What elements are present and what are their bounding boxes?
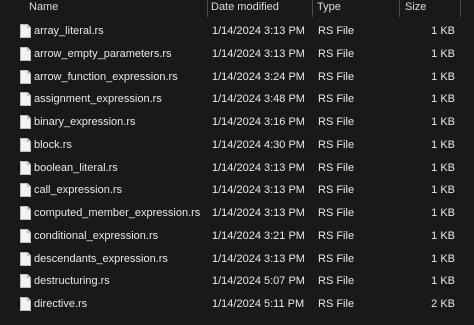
file-row[interactable]: arrow_empty_parameters.rs 1/14/2024 3:13 … xyxy=(0,43,474,66)
file-date-modified: 1/14/2024 3:13 PM xyxy=(212,25,305,37)
file-size: 2 KB xyxy=(431,298,455,310)
file-row[interactable]: directive.rs 1/14/2024 5:11 PM RS File 2 KB xyxy=(0,293,474,316)
file-type: RS File xyxy=(318,25,355,37)
file-row[interactable]: destructuring.rs 1/14/2024 5:07 PM RS File… xyxy=(0,270,474,293)
file-name: assignment_expression.rs xyxy=(34,93,162,106)
file-date-modified: 1/14/2024 3:13 PM xyxy=(212,184,305,197)
file-size: 1 KB xyxy=(431,47,455,60)
file-date-modified: 1/14/2024 3:24 PM xyxy=(212,70,305,83)
file-icon xyxy=(20,24,31,38)
file-type: RS File xyxy=(318,93,355,106)
file-size: 1 KB xyxy=(431,116,455,128)
file-icon xyxy=(20,160,31,175)
file-icon xyxy=(20,183,31,198)
file-name: arrow_empty_parameters.rs xyxy=(34,47,172,60)
file-type: RS File xyxy=(318,252,355,265)
file-date-modified: 1/14/2024 3:13 PM xyxy=(212,161,305,174)
file-type: RS File xyxy=(318,138,355,151)
file-row[interactable]: computed_member_expression.rs 1/14/2024 3… xyxy=(0,202,474,225)
column-divider[interactable] xyxy=(207,0,208,17)
column-divider[interactable] xyxy=(312,0,313,17)
file-type: RS File xyxy=(318,116,355,128)
file-row[interactable]: array_literal.rs 1/14/2024 3:13 PM RS File… xyxy=(0,20,474,43)
column-header-bar: Name Date modified Type Size xyxy=(0,0,474,17)
file-name: boolean_literal.rs xyxy=(34,161,118,174)
file-size: 1 KB xyxy=(431,93,455,106)
file-size: 1 KB xyxy=(431,229,455,242)
file-name: arrow_function_expression.rs xyxy=(34,70,178,83)
column-header-date-modified[interactable]: Date modified xyxy=(211,0,279,16)
file-row[interactable]: descendants_expression.rs 1/14/2024 3:13 … xyxy=(0,248,474,271)
file-row[interactable]: assignment_expression.rs 1/14/2024 3:48 P… xyxy=(0,88,474,111)
file-icon xyxy=(20,274,31,289)
file-size: 1 KB xyxy=(431,25,455,37)
file-date-modified: 1/14/2024 3:48 PM xyxy=(212,93,305,106)
file-icon xyxy=(20,92,31,107)
file-size: 1 KB xyxy=(431,252,455,265)
file-icon xyxy=(20,115,31,129)
file-icon xyxy=(20,137,31,152)
column-header-name[interactable]: Name xyxy=(29,0,58,16)
column-header-type[interactable]: Type xyxy=(317,0,341,16)
file-type: RS File xyxy=(318,70,355,83)
file-icon xyxy=(20,297,31,311)
file-name: computed_member_expression.rs xyxy=(34,207,201,219)
file-type: RS File xyxy=(318,275,355,288)
file-name: binary_expression.rs xyxy=(34,116,136,128)
file-date-modified: 1/14/2024 3:13 PM xyxy=(212,207,305,219)
file-row[interactable]: boolean_literal.rs 1/14/2024 3:13 PM RS Fi… xyxy=(0,157,474,180)
file-name: conditional_expression.rs xyxy=(34,229,159,242)
file-size: 1 KB xyxy=(431,161,455,174)
file-row[interactable]: arrow_function_expression.rs 1/14/2024 3:… xyxy=(0,66,474,89)
file-size: 1 KB xyxy=(431,184,455,197)
file-date-modified: 1/14/2024 3:16 PM xyxy=(212,116,305,128)
file-type: RS File xyxy=(318,207,355,219)
file-name: directive.rs xyxy=(34,298,88,310)
file-size: 1 KB xyxy=(431,138,455,151)
file-row[interactable]: block.rs 1/14/2024 4:30 PM RS File 1 KB xyxy=(0,134,474,157)
file-name: destructuring.rs xyxy=(34,275,110,288)
column-divider[interactable] xyxy=(399,0,400,17)
file-row[interactable]: call_expression.rs 1/14/2024 3:13 PM RS Fi… xyxy=(0,179,474,202)
file-date-modified: 1/14/2024 3:13 PM xyxy=(212,252,305,265)
file-type: RS File xyxy=(318,161,355,174)
file-name: block.rs xyxy=(34,138,72,151)
file-name: descendants_expression.rs xyxy=(34,252,168,265)
file-date-modified: 1/14/2024 5:07 PM xyxy=(212,275,305,288)
file-list: array_literal.rs 1/14/2024 3:13 PM RS File… xyxy=(0,20,474,316)
file-type: RS File xyxy=(318,298,355,310)
file-date-modified: 1/14/2024 3:21 PM xyxy=(212,229,305,242)
file-icon xyxy=(20,251,31,266)
column-header-size[interactable]: Size xyxy=(405,0,426,16)
file-row[interactable]: binary_expression.rs 1/14/2024 3:16 PM RS … xyxy=(0,111,474,134)
file-icon xyxy=(20,206,31,220)
file-type: RS File xyxy=(318,47,355,60)
file-type: RS File xyxy=(318,229,355,242)
file-type: RS File xyxy=(318,184,355,197)
file-size: 1 KB xyxy=(431,275,455,288)
file-name: call_expression.rs xyxy=(34,184,123,197)
file-name: array_literal.rs xyxy=(34,25,104,37)
file-date-modified: 1/14/2024 4:30 PM xyxy=(212,138,305,151)
file-icon xyxy=(20,228,31,243)
file-icon xyxy=(20,69,31,84)
column-divider[interactable] xyxy=(460,0,461,17)
file-date-modified: 1/14/2024 3:13 PM xyxy=(212,47,305,60)
file-date-modified: 1/14/2024 5:11 PM xyxy=(212,298,305,310)
file-icon xyxy=(20,46,31,61)
file-row[interactable]: conditional_expression.rs 1/14/2024 3:21 … xyxy=(0,225,474,248)
file-size: 1 KB xyxy=(431,70,455,83)
file-size: 1 KB xyxy=(431,207,455,219)
